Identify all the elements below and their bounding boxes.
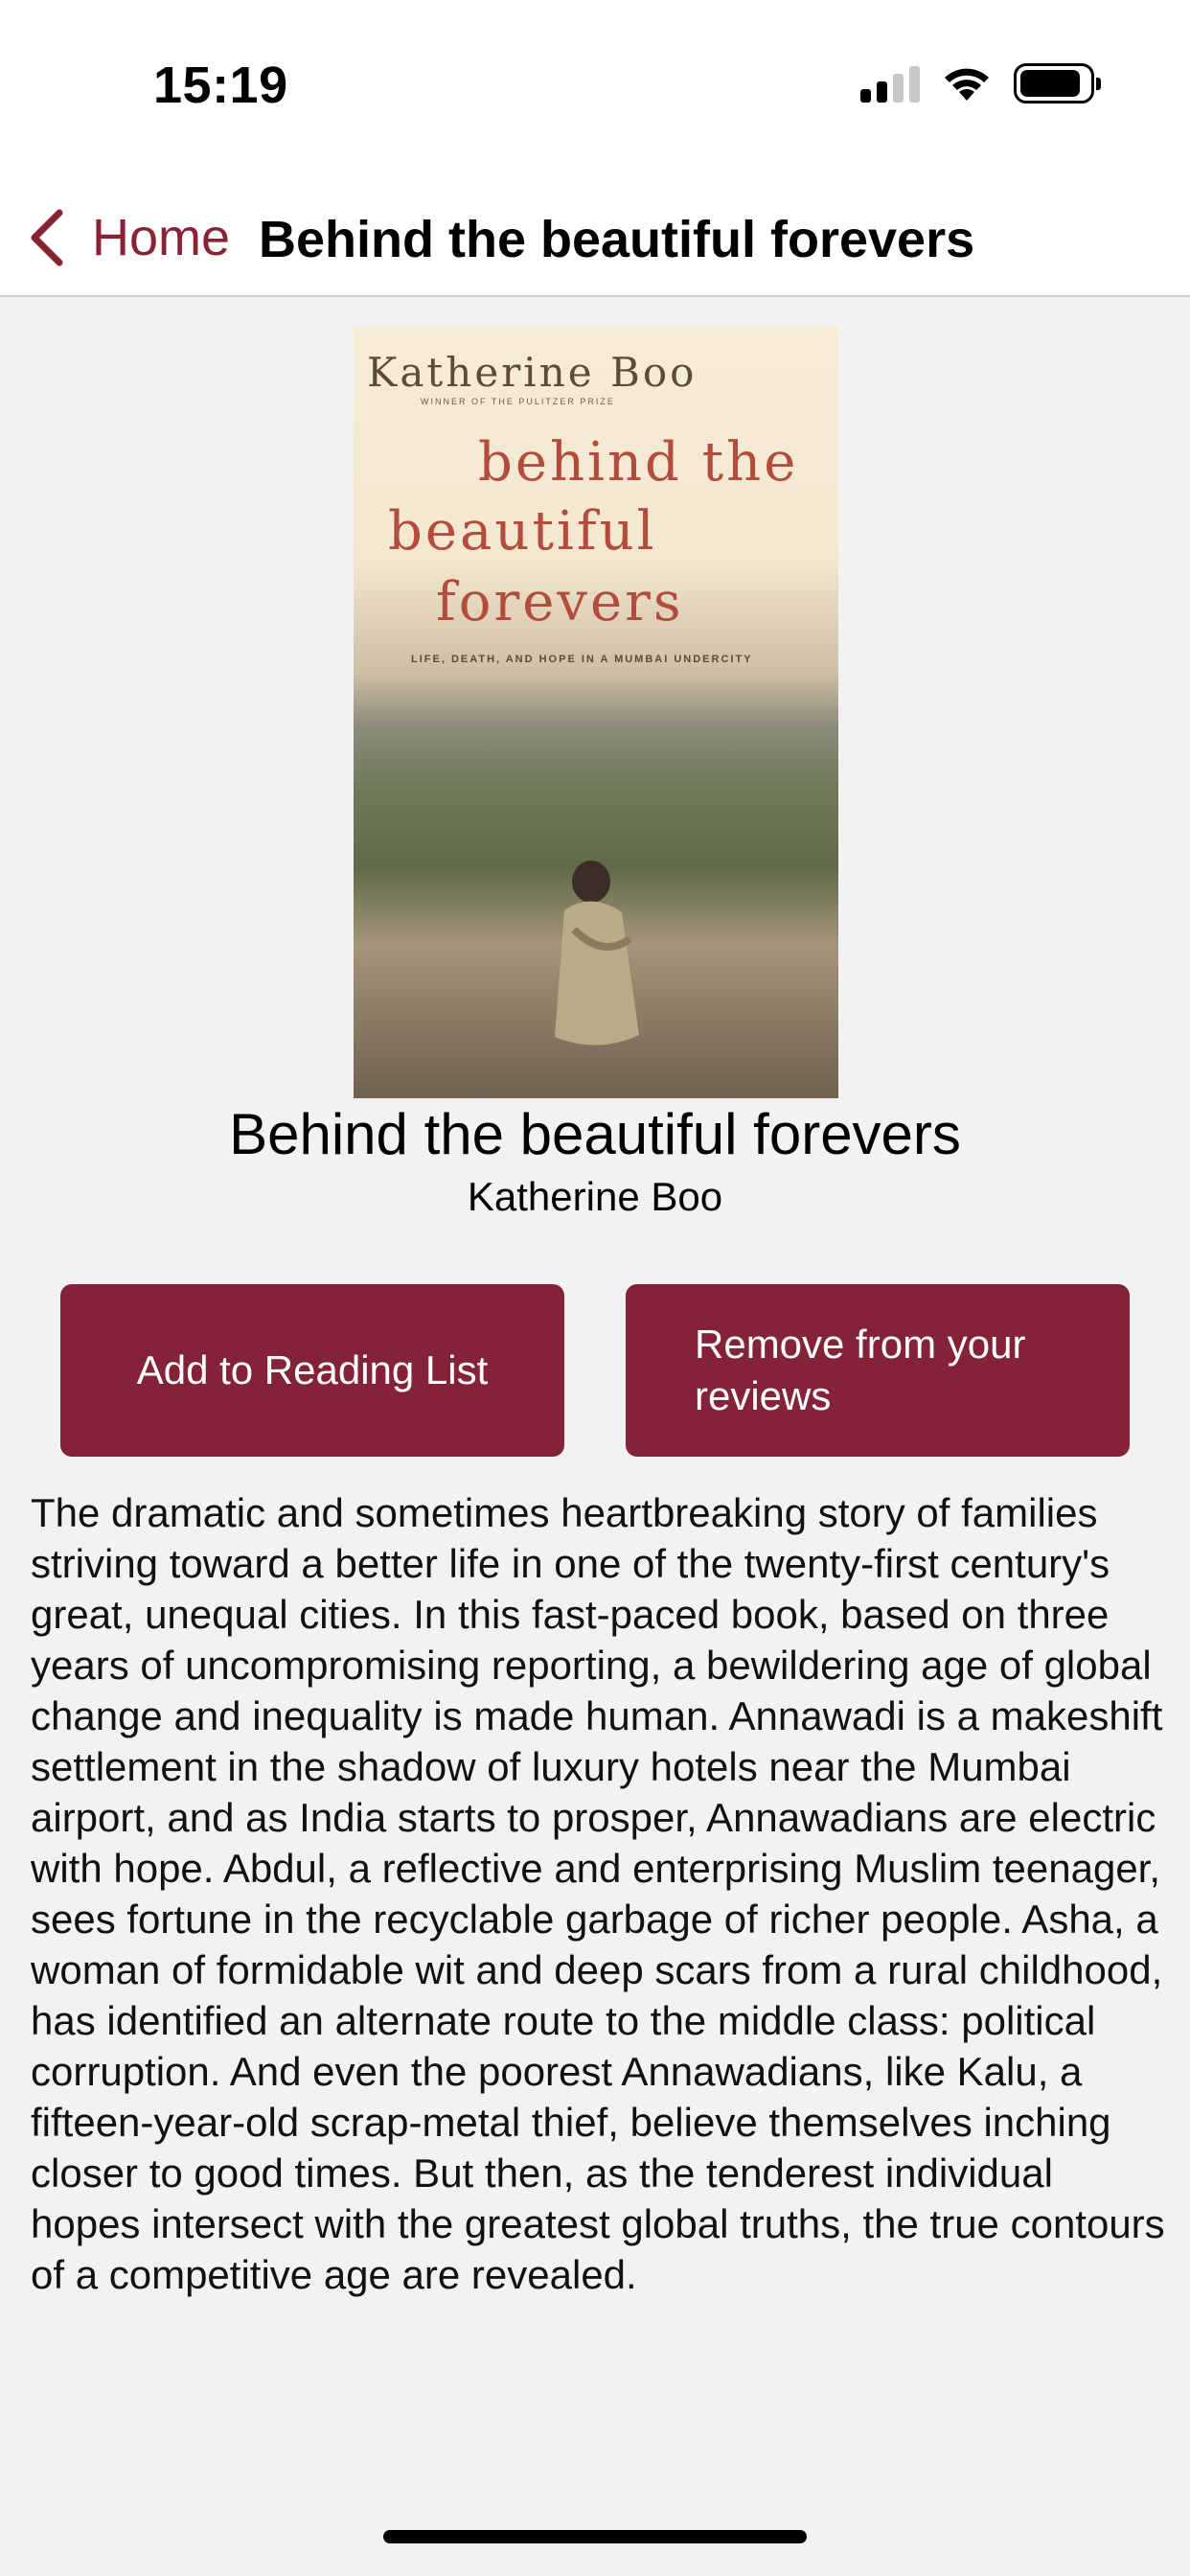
wifi-icon (945, 68, 989, 101)
home-indicator[interactable] (383, 2530, 807, 2543)
book-description: The dramatic and sometimes heartbreaking… (31, 1490, 1165, 2297)
add-to-reading-list-button[interactable]: Add to Reading List (60, 1284, 564, 1457)
cover-author: Katherine Boo (367, 349, 698, 396)
chevron-left-icon (31, 209, 63, 266)
status-icons (860, 63, 1101, 104)
navigation-bar: Home Behind the beautiful forevers (0, 172, 1190, 297)
cellular-signal-icon (860, 64, 920, 103)
back-label: Home (92, 209, 231, 266)
remove-from-reviews-button[interactable]: Remove from your reviews (626, 1284, 1130, 1457)
cover-title-line: beautiful (388, 500, 657, 563)
status-time: 15:19 (153, 57, 288, 114)
battery-icon (1014, 63, 1101, 104)
status-bar: 15:19 (0, 0, 1190, 172)
child-figure-illustration (555, 861, 639, 1046)
page-title: Behind the beautiful forevers (259, 211, 975, 268)
cover-tagline: WINNER OF THE PULITZER PRIZE (421, 397, 615, 406)
cover-title-line: forevers (436, 571, 684, 633)
cover-subtitle: LIFE, DEATH, AND HOPE IN A MUMBAI UNDERC… (411, 654, 753, 665)
back-button[interactable]: Home (25, 199, 230, 276)
book-author: Katherine Boo (467, 1174, 723, 1219)
book-title: Behind the beautiful forevers (229, 1102, 961, 1166)
cover-title-line: behind the (478, 431, 799, 494)
book-cover-image: Katherine Boo WINNER OF THE PULITZER PRI… (354, 326, 838, 1098)
